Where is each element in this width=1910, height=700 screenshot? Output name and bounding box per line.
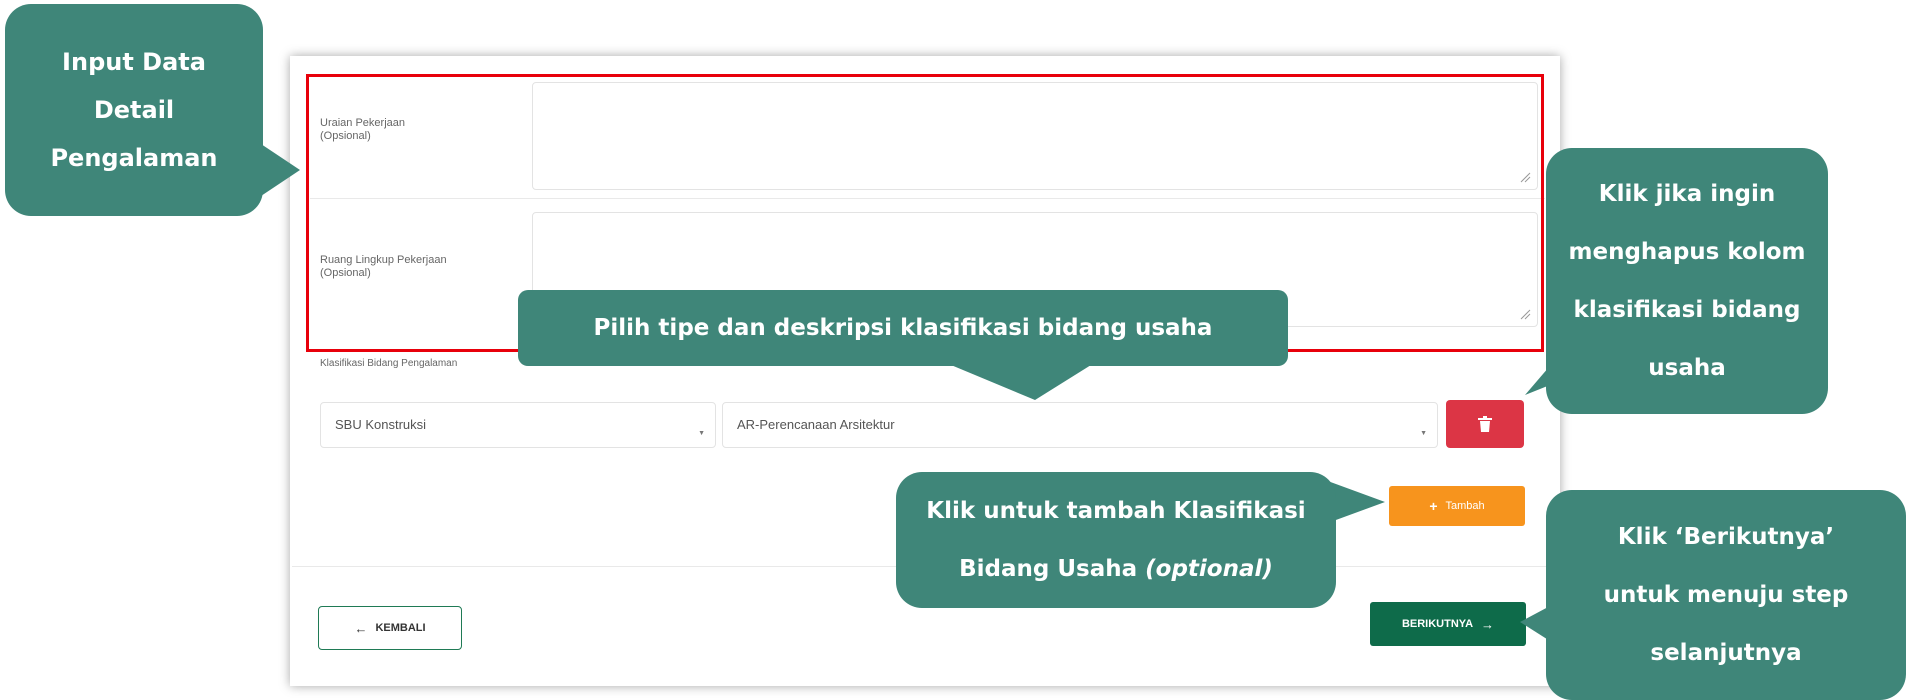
callout-input-data: Input Data Detail Pengalaman <box>5 4 263 216</box>
callout-berikutnya: Klik ‘Berikutnya’ untuk menuju step sela… <box>1546 490 1906 700</box>
caret-down-icon: ▼ <box>1420 430 1427 437</box>
arrow-right-icon: → <box>1481 616 1495 632</box>
trash-icon <box>1478 416 1492 432</box>
arrow-left-icon: ← <box>354 620 368 636</box>
kembali-button[interactable]: ← KEMBALI <box>318 606 462 650</box>
caret-down-icon: ▼ <box>698 430 705 437</box>
tambah-button[interactable]: + Tambah <box>1389 486 1525 526</box>
tipe-select[interactable]: SBU Konstruksi ▼ <box>320 402 716 448</box>
plus-icon: + <box>1429 498 1438 514</box>
berikutnya-button[interactable]: BERIKUTNYA → <box>1370 602 1526 646</box>
callout-tambah: Klik untuk tambah Klasifikasi Bidang Usa… <box>896 472 1336 608</box>
callout-pilih-tipe: Pilih tipe dan deskripsi klasifikasi bid… <box>518 290 1288 366</box>
delete-classification-button[interactable] <box>1446 400 1524 448</box>
callout-hapus: Klik jika ingin menghapus kolom klasifik… <box>1546 148 1828 414</box>
